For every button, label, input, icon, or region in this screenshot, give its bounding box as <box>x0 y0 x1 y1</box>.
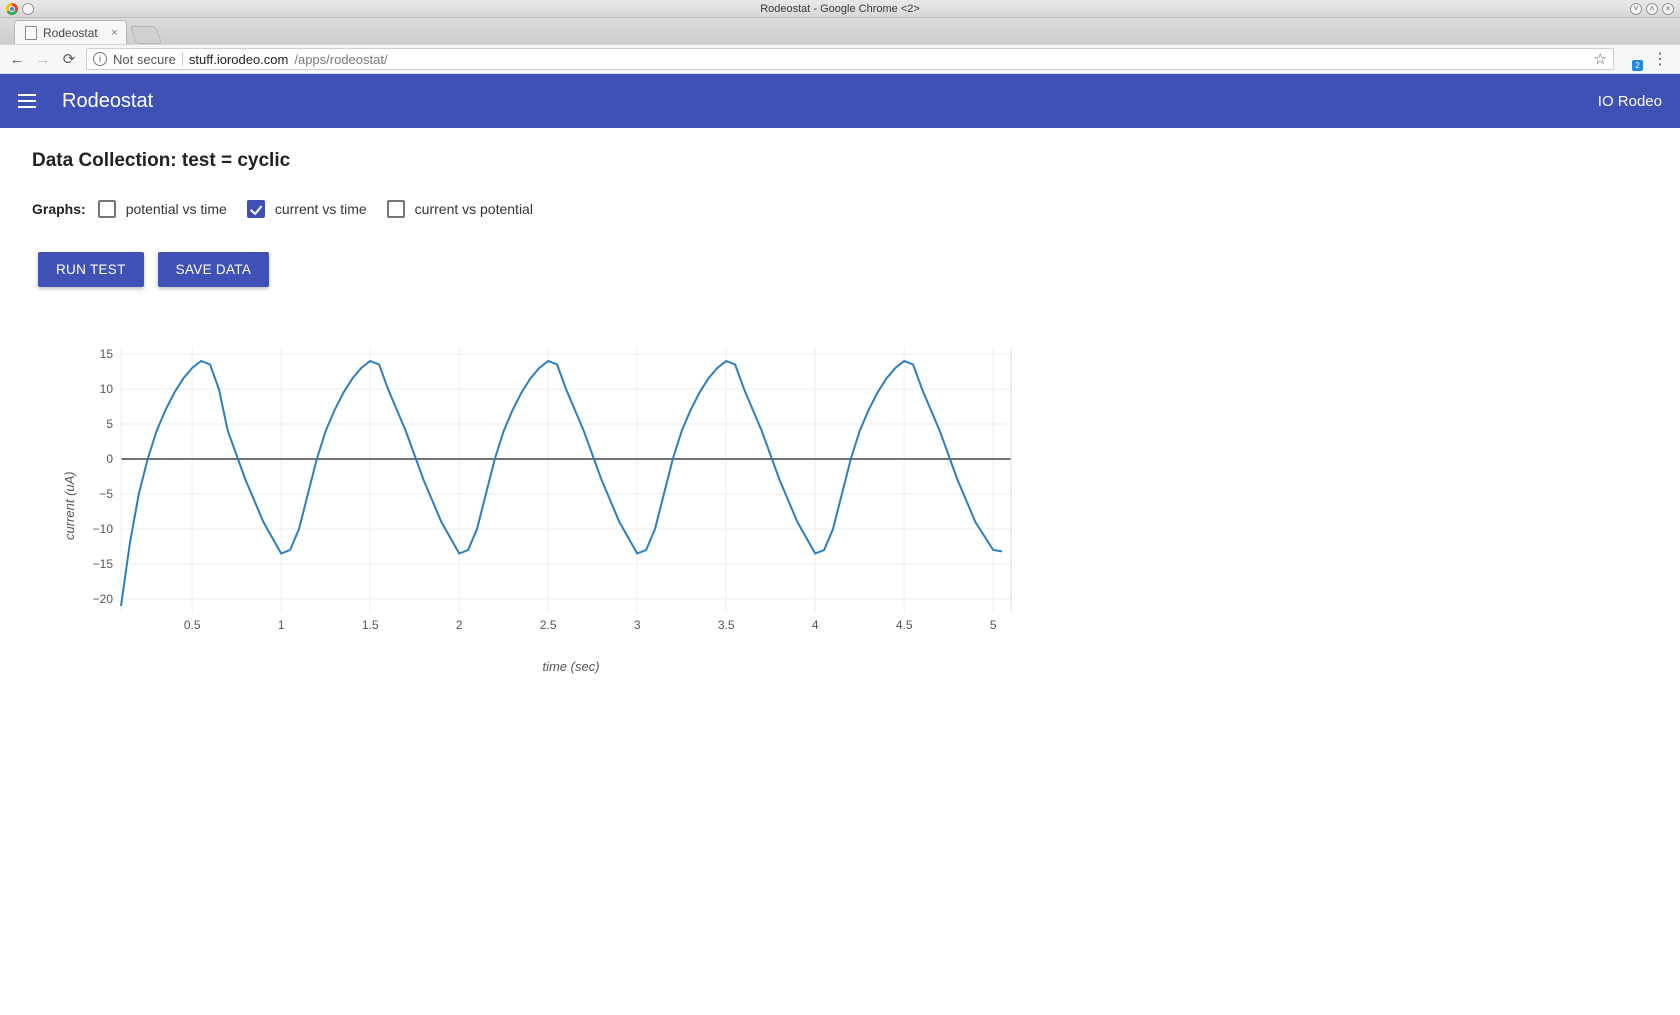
main-content: Data Collection: test = cyclic Graphs: p… <box>0 128 1680 696</box>
window-minimize-icon[interactable]: ˅ <box>1630 3 1642 15</box>
svg-text:10: 10 <box>100 382 114 396</box>
svg-text:0: 0 <box>106 452 113 466</box>
tab-title: Rodeostat <box>43 26 98 40</box>
graphs-label: Graphs: <box>32 201 86 217</box>
extension-badge: 2 <box>1632 60 1643 71</box>
run-test-button[interactable]: RUN TEST <box>38 252 144 287</box>
window-maximize-icon[interactable]: ˄ <box>1646 3 1658 15</box>
chart-x-axis-label: time (sec) <box>121 659 1021 674</box>
url-host: stuff.iorodeo.com <box>189 52 288 67</box>
svg-text:4.5: 4.5 <box>896 618 913 632</box>
checkbox-potential-vs-time[interactable] <box>98 200 116 218</box>
svg-text:1.5: 1.5 <box>362 618 379 632</box>
chrome-menu-icon[interactable]: ⋮ <box>1648 49 1672 69</box>
app-bar: Rodeostat IO Rodeo <box>0 74 1680 128</box>
page-icon <box>25 26 37 40</box>
svg-text:−5: −5 <box>99 487 113 501</box>
address-bar[interactable]: i Not secure stuff.iorodeo.com/apps/rode… <box>86 48 1614 70</box>
chart-container: current (uA) −20 −15 −10 −5 0 5 10 15 0.5 1 1.5 2 2.… <box>58 337 1648 674</box>
tab-strip: Rodeostat × <box>0 18 1680 44</box>
svg-text:5: 5 <box>990 618 997 632</box>
bookmark-star-icon[interactable]: ☆ <box>1594 50 1607 68</box>
site-info-icon[interactable]: i <box>93 52 107 66</box>
loading-indicator-icon <box>22 3 34 15</box>
checkbox-label: potential vs time <box>126 201 227 217</box>
back-button[interactable]: ← <box>8 51 26 68</box>
security-status: Not secure <box>113 52 176 67</box>
reload-button[interactable]: ⟳ <box>60 50 78 68</box>
svg-text:4: 4 <box>812 618 819 632</box>
checkbox-current-vs-potential[interactable] <box>387 200 405 218</box>
window-title-bar: Rodeostat - Google Chrome <2> ˅ ˄ × <box>0 0 1680 18</box>
window-close-icon[interactable]: × <box>1662 3 1674 15</box>
window-title: Rodeostat - Google Chrome <2> <box>760 3 920 15</box>
browser-tab-rodeostat[interactable]: Rodeostat × <box>14 20 127 44</box>
svg-text:−10: −10 <box>93 522 114 536</box>
checkbox-current-vs-time[interactable] <box>247 200 265 218</box>
graphs-selector-row: Graphs: potential vs time current vs tim… <box>32 200 1648 218</box>
new-tab-button[interactable] <box>129 26 162 44</box>
svg-text:2: 2 <box>456 618 463 632</box>
svg-text:5: 5 <box>106 417 113 431</box>
svg-text:−15: −15 <box>93 557 114 571</box>
tab-close-icon[interactable]: × <box>111 27 117 39</box>
svg-text:0.5: 0.5 <box>184 618 201 632</box>
svg-text:3.5: 3.5 <box>718 618 735 632</box>
app-brand-link[interactable]: IO Rodeo <box>1598 93 1662 110</box>
svg-text:15: 15 <box>100 347 114 361</box>
save-data-button[interactable]: SAVE DATA <box>158 252 269 287</box>
forward-button: → <box>34 51 52 68</box>
toolbar: ← → ⟳ i Not secure stuff.iorodeo.com/app… <box>0 44 1680 74</box>
chrome-app-icon <box>6 3 18 15</box>
menu-icon[interactable] <box>18 94 36 108</box>
separator <box>182 52 183 66</box>
svg-text:3: 3 <box>634 618 641 632</box>
extension-icon[interactable]: 2 <box>1622 50 1640 68</box>
svg-text:1: 1 <box>278 618 285 632</box>
chart-plot: −20 −15 −10 −5 0 5 10 15 0.5 1 1.5 2 2.5 3 3.5 4 4.5 5 <box>81 337 1021 637</box>
action-buttons: RUN TEST SAVE DATA <box>38 252 1648 287</box>
checkbox-label: current vs potential <box>415 201 533 217</box>
chart-y-axis-label: current (uA) <box>58 337 81 674</box>
svg-text:2.5: 2.5 <box>540 618 557 632</box>
app-title: Rodeostat <box>62 90 153 113</box>
svg-text:−20: −20 <box>93 592 114 606</box>
checkbox-label: current vs time <box>275 201 367 217</box>
url-path: /apps/rodeostat/ <box>294 52 387 67</box>
page-heading: Data Collection: test = cyclic <box>32 150 1648 172</box>
